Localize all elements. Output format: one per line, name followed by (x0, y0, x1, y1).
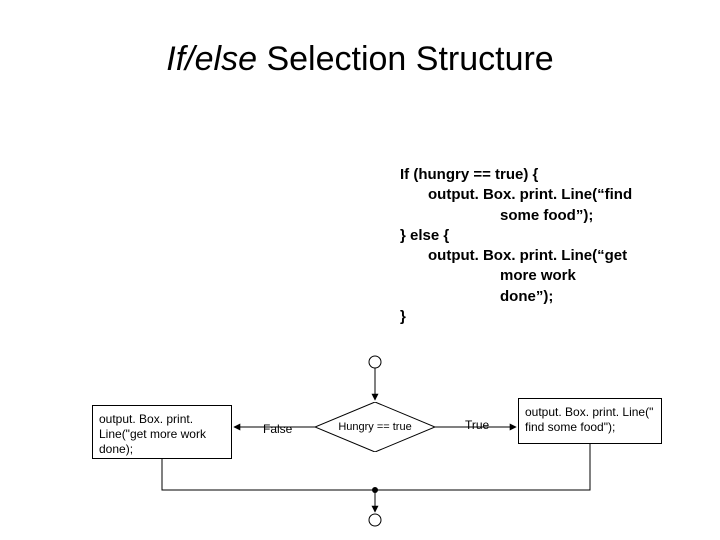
flow-action-false: output. Box. print. Line("get more work … (92, 405, 232, 459)
flow-action-true: output. Box. print. Line(" find some foo… (518, 398, 662, 444)
code-line: more work (400, 266, 680, 286)
title-italic: If/else (166, 40, 257, 78)
code-line: done”); (400, 287, 680, 307)
code-line: output. Box. print. Line(“find (400, 185, 680, 205)
code-line: output. Box. print. Line(“get (400, 246, 680, 266)
code-block: If (hungry == true) { output. Box. print… (400, 165, 680, 327)
decision-label: Hungry == true (315, 402, 435, 452)
title-rest: Selection Structure (257, 40, 554, 78)
code-line: If (hungry == true) { (400, 165, 680, 185)
code-line: } else { (400, 226, 680, 246)
slide-title: If/else Selection Structure (0, 40, 720, 79)
edge-label-false: False (263, 422, 292, 436)
flow-decision: Hungry == true (315, 402, 435, 452)
code-line: some food”); (400, 206, 680, 226)
edge-label-true: True (465, 418, 489, 432)
code-line: } (400, 307, 680, 327)
